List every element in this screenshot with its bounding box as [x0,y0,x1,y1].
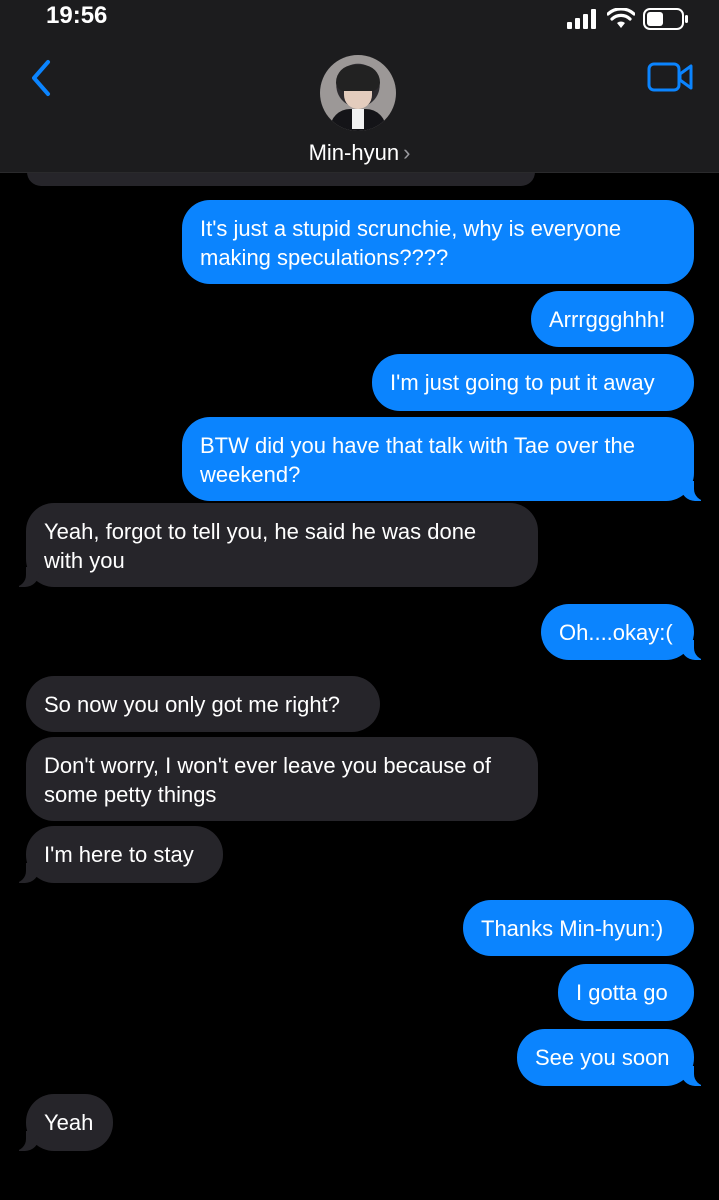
bubble-tail [681,636,713,660]
message-text: Yeah, forgot to tell you, he said he was… [44,519,477,573]
conversation-header: 19:56 Min-hyun › [0,0,719,173]
chevron-left-icon[interactable] [26,58,56,98]
message-bubble-sent[interactable]: I'm just going to put it away [372,354,694,411]
contact-name: Min-hyun [308,140,400,165]
bubble-tail [681,1062,713,1086]
message-text: See you soon [535,1045,670,1070]
avatar-hair [336,65,380,91]
message-bubble-received[interactable]: Yeah [7,1094,113,1151]
contact-name-button[interactable]: Min-hyun › [0,140,719,166]
message-text: Don't worry, I won't ever leave you beca… [44,753,491,807]
message-bubble-sent[interactable]: See you soon [517,1029,713,1086]
message-bubble-sent[interactable]: I gotta go [558,964,694,1021]
bubble-tail [7,859,39,883]
message-text: I'm just going to put it away [390,370,655,395]
message-bubble-sent[interactable]: Arrrggghhh! [531,291,694,347]
message-text: Oh....okay:( [559,620,673,645]
video-camera-icon[interactable] [647,60,693,94]
signal-bars-icon [567,9,596,29]
message-text: Thanks Min-hyun:) [481,916,664,941]
message-text: It's just a stupid scrunchie, why is eve… [200,216,622,270]
message-bubble-received[interactable]: I'm here to stay [7,826,223,883]
status-time: 19:56 [46,2,108,29]
wifi-icon [607,8,635,28]
message-bubble-sent[interactable]: Oh....okay:( [541,604,713,660]
message-bubble-sent[interactable]: It's just a stupid scrunchie, why is eve… [182,200,694,284]
message-text: BTW did you have that talk with Tae over… [200,433,635,487]
message-bubble-sent[interactable]: BTW did you have that talk with Tae over… [182,417,713,501]
message-text: Yeah [44,1110,94,1135]
message-text: I'm here to stay [44,842,194,867]
message-text: Arrrggghhh! [549,307,666,332]
message-text: So now you only got me right? [44,692,340,717]
bubble-tail [7,1127,39,1151]
bubble-tail [681,477,713,501]
message-bubble-received[interactable]: Don't worry, I won't ever leave you beca… [26,737,538,821]
message-bubble-sent[interactable]: Thanks Min-hyun:) [463,900,694,956]
message-bubble-received[interactable]: So now you only got me right? [26,676,380,732]
status-icons [567,8,689,30]
avatar[interactable] [320,55,396,131]
message-bubble-received[interactable]: Yeah, forgot to tell you, he said he was… [7,503,538,587]
avatar-collar [352,109,364,129]
chevron-right-icon: › [403,140,411,165]
bubble-tail [7,563,39,587]
message-text: I gotta go [576,980,668,1005]
battery-icon [643,8,688,30]
